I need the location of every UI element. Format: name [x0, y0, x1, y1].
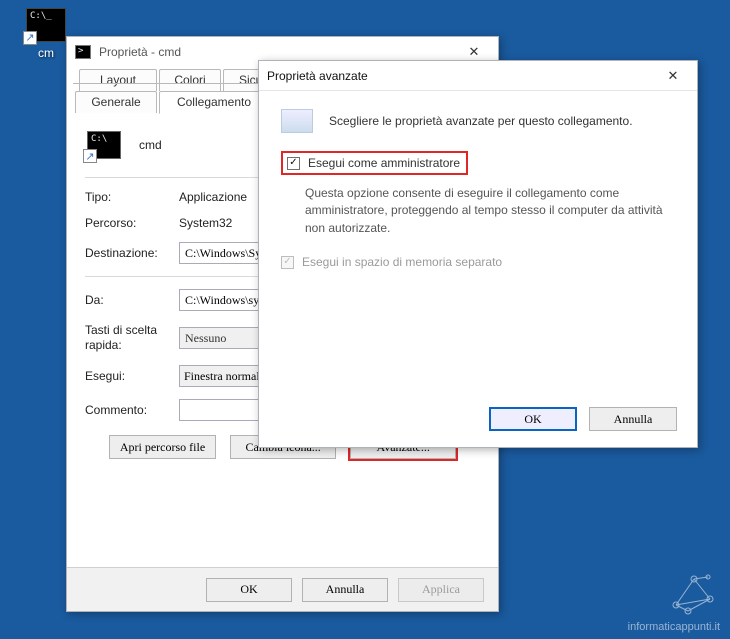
- cancel-button[interactable]: Annulla: [302, 578, 388, 602]
- advanced-footer: OK Annulla: [259, 391, 697, 447]
- close-button[interactable]: ✕: [655, 65, 691, 87]
- app-icon: ↗: [87, 131, 121, 159]
- label-commento: Commento:: [85, 403, 179, 417]
- run-as-admin-checkbox[interactable]: ✓: [287, 157, 300, 170]
- tab-collegamento[interactable]: Collegamento: [159, 91, 269, 114]
- separate-memory-label: Esegui in spazio di memoria separato: [302, 255, 502, 269]
- open-file-location-button[interactable]: Apri percorso file: [109, 435, 216, 459]
- cmd-icon: ↗: [26, 8, 66, 42]
- app-name: cmd: [139, 138, 162, 152]
- properties-sheet-icon: [281, 109, 313, 133]
- run-as-admin-label: Esegui come amministratore: [308, 156, 460, 170]
- run-as-admin-description: Questa opzione consente di eseguire il c…: [305, 185, 675, 237]
- label-percorso: Percorso:: [85, 216, 179, 230]
- separate-memory-checkbox: ✓: [281, 256, 294, 269]
- label-esegui: Esegui:: [85, 369, 179, 383]
- advanced-cancel-button[interactable]: Annulla: [589, 407, 677, 431]
- run-as-admin-highlight: ✓ Esegui come amministratore: [281, 151, 468, 175]
- advanced-body: Scegliere le proprietà avanzate per ques…: [259, 91, 697, 293]
- advanced-intro: Scegliere le proprietà avanzate per ques…: [329, 114, 633, 128]
- advanced-properties-window: Proprietà avanzate ✕ Scegliere le propri…: [258, 60, 698, 448]
- advanced-ok-button[interactable]: OK: [489, 407, 577, 431]
- cmd-icon: [75, 45, 91, 59]
- tab-layout[interactable]: Layout: [79, 69, 157, 91]
- desktop-shortcut-label: cm: [22, 46, 70, 60]
- ok-button[interactable]: OK: [206, 578, 292, 602]
- tab-generale[interactable]: Generale: [75, 91, 157, 113]
- label-tipo: Tipo:: [85, 190, 179, 204]
- advanced-window-title: Proprietà avanzate: [267, 69, 368, 83]
- apply-button: Applica: [398, 578, 484, 602]
- tab-colori[interactable]: Colori: [159, 69, 221, 91]
- window-title: Proprietà - cmd: [99, 45, 181, 59]
- label-destinazione: Destinazione:: [85, 246, 179, 260]
- watermark: informaticappunti.it: [628, 569, 720, 633]
- properties-footer: OK Annulla Applica: [67, 567, 498, 611]
- advanced-titlebar[interactable]: Proprietà avanzate ✕: [259, 61, 697, 91]
- desktop-shortcut-cmd[interactable]: ↗ cm: [22, 8, 70, 60]
- watermark-text: informaticappunti.it: [628, 621, 720, 633]
- shortcut-overlay-icon: ↗: [23, 31, 37, 45]
- label-tasti: Tasti di scelta rapida:: [85, 323, 179, 353]
- label-da: Da:: [85, 293, 179, 307]
- shortcut-overlay-icon: ↗: [83, 149, 97, 163]
